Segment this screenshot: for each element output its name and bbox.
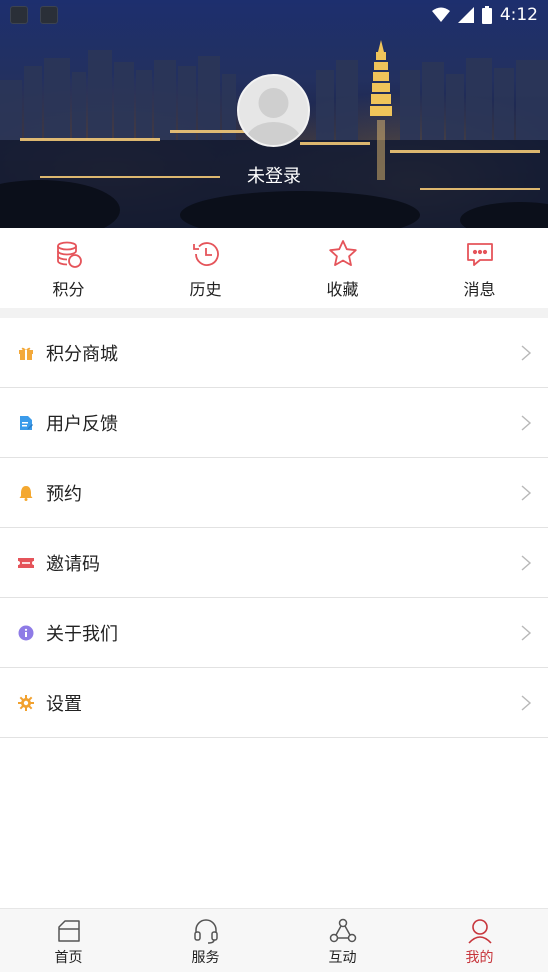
menu-item-label: 用户反馈 — [46, 413, 118, 435]
menu-item-label: 积分商城 — [46, 343, 118, 365]
settings-menu-list: 积分商城 用户反馈 预约 邀请码 关于我们 设置 — [0, 318, 548, 738]
app-notification-icon — [10, 6, 28, 24]
chevron-right-icon — [521, 694, 532, 711]
home-icon — [57, 920, 80, 942]
ticket-icon — [18, 555, 34, 571]
nav-tab-mine[interactable]: 我的 — [411, 909, 548, 972]
menu-item-settings[interactable]: 设置 — [0, 668, 548, 738]
quick-action-label: 收藏 — [326, 280, 359, 299]
chevron-right-icon — [521, 344, 532, 361]
battery-icon — [481, 6, 492, 24]
notification-a-icon — [40, 6, 58, 24]
menu-item-label: 邀请码 — [46, 553, 100, 575]
quick-action-label: 积分 — [52, 280, 85, 299]
avatar[interactable] — [237, 74, 310, 147]
quick-action-label: 历史 — [189, 280, 222, 299]
menu-item-label: 关于我们 — [46, 623, 118, 645]
quick-action-points[interactable]: 积分 — [0, 228, 137, 308]
nav-tab-label: 互动 — [328, 950, 357, 966]
status-time: 4:12 — [499, 5, 538, 25]
menu-item-invite-code[interactable]: 邀请码 — [0, 528, 548, 598]
quick-action-messages[interactable]: 消息 — [411, 228, 548, 308]
menu-item-points-mall[interactable]: 积分商城 — [0, 318, 548, 388]
nav-tab-label: 服务 — [191, 950, 220, 966]
gear-icon — [18, 694, 34, 711]
cellular-signal-icon — [457, 7, 474, 23]
quick-action-history[interactable]: 历史 — [137, 228, 274, 308]
status-bar: 4:12 — [0, 0, 548, 30]
info-icon — [18, 625, 34, 641]
menu-item-user-feedback[interactable]: 用户反馈 — [0, 388, 548, 458]
menu-item-label: 预约 — [46, 483, 82, 505]
login-status-label[interactable]: 未登录 — [0, 162, 548, 188]
quick-action-favorites[interactable]: 收藏 — [274, 228, 411, 308]
chevron-right-icon — [521, 414, 532, 431]
history-clock-icon — [192, 242, 219, 266]
menu-item-label: 设置 — [46, 693, 82, 715]
headset-icon — [193, 919, 218, 944]
interaction-icon — [329, 918, 356, 943]
chevron-right-icon — [521, 554, 532, 571]
default-avatar-icon — [245, 88, 302, 145]
profile-header: 4:12 未登录 — [0, 0, 548, 228]
chevron-right-icon — [521, 624, 532, 641]
menu-item-about-us[interactable]: 关于我们 — [0, 598, 548, 668]
menu-item-reservation[interactable]: 预约 — [0, 458, 548, 528]
nav-tab-label: 首页 — [54, 950, 83, 966]
wifi-icon — [431, 7, 450, 22]
user-icon — [467, 919, 492, 944]
nav-tab-home[interactable]: 首页 — [0, 909, 137, 972]
bottom-navigation: 首页 服务 互动 我的 — [0, 908, 548, 972]
nav-tab-label: 我的 — [465, 950, 494, 966]
section-divider — [0, 308, 548, 318]
quick-action-label: 消息 — [463, 280, 496, 299]
feedback-document-icon — [18, 415, 34, 431]
nav-tab-services[interactable]: 服务 — [137, 909, 274, 972]
quick-actions-row: 积分 历史 收藏 消息 — [0, 228, 548, 308]
chevron-right-icon — [521, 484, 532, 501]
bell-icon — [18, 485, 34, 501]
star-icon — [328, 240, 357, 266]
coins-icon — [56, 241, 82, 268]
nav-tab-interaction[interactable]: 互动 — [274, 909, 411, 972]
message-icon — [466, 243, 493, 266]
gift-icon — [18, 345, 34, 361]
